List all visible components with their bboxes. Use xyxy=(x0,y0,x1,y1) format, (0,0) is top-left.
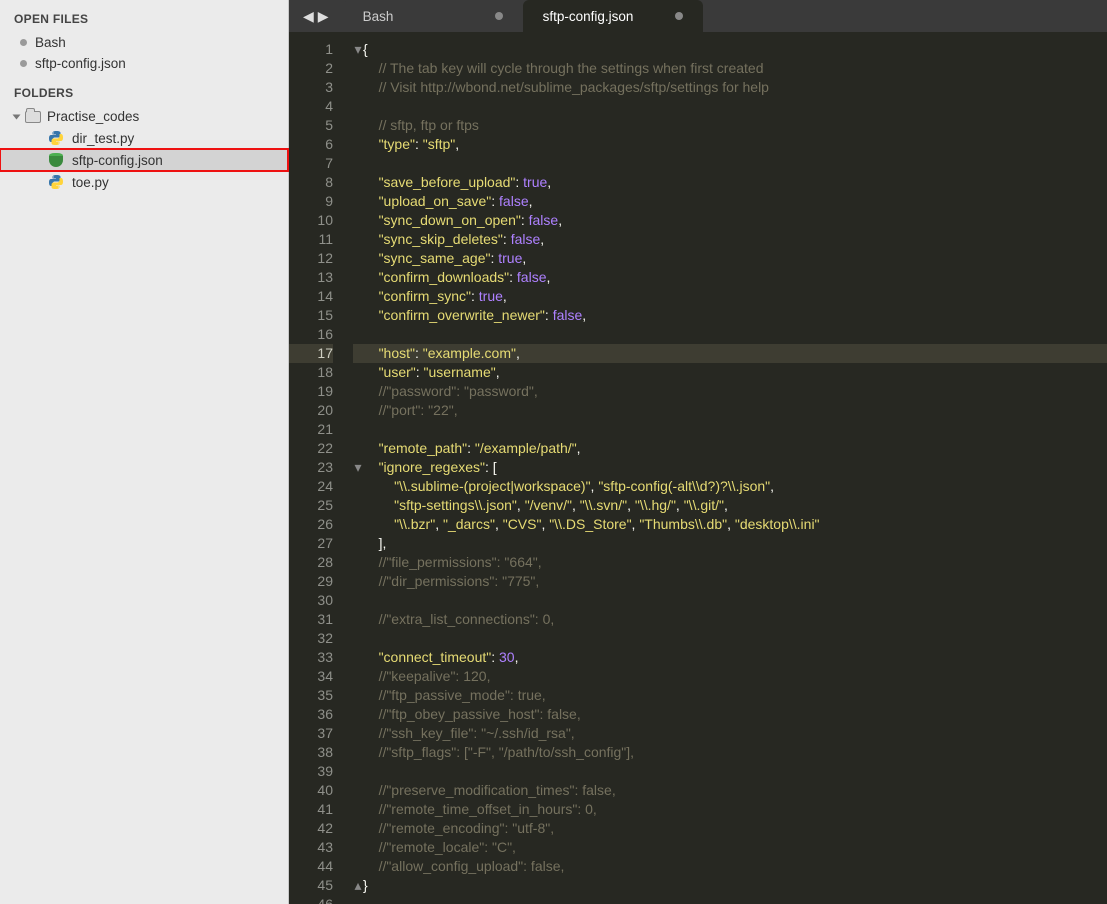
folder-root[interactable]: Practise_codes xyxy=(0,106,288,127)
folders-title: FOLDERS xyxy=(0,74,288,106)
nav-arrows: ◀ ▶ xyxy=(289,0,343,32)
tab-label: Bash xyxy=(363,9,394,24)
open-file-item[interactable]: Bash xyxy=(0,32,288,53)
file-item-sftp-config.json[interactable]: sftp-config.json xyxy=(0,149,288,171)
tab-bar: ◀ ▶ Bash sftp-config.json xyxy=(289,0,1107,32)
fold-icon[interactable]: ▾ xyxy=(353,40,363,59)
open-files-title: OPEN FILES xyxy=(0,0,288,32)
tab-Bash[interactable]: Bash xyxy=(343,0,523,32)
code-area[interactable]: ▾{ // The tab key will cycle through the… xyxy=(345,32,1107,904)
nav-forward-icon[interactable]: ▶ xyxy=(318,8,329,25)
open-files-list: Bash sftp-config.json xyxy=(0,32,288,74)
disclosure-triangle-icon xyxy=(13,114,21,119)
file-item-toe.py[interactable]: toe.py xyxy=(0,171,288,193)
python-icon xyxy=(48,174,64,190)
folder-icon xyxy=(25,111,41,123)
sidebar: OPEN FILES Bashsftp-config.json FOLDERS … xyxy=(0,0,289,904)
open-file-label: sftp-config.json xyxy=(35,56,126,71)
open-file-label: Bash xyxy=(35,35,66,50)
modified-dot-icon xyxy=(20,39,27,46)
file-label: sftp-config.json xyxy=(72,153,163,168)
editor[interactable]: 1234567891011121314151617181920212223242… xyxy=(289,32,1107,904)
tab-label: sftp-config.json xyxy=(543,9,634,24)
database-icon xyxy=(48,152,64,168)
fold-icon[interactable]: ▴ xyxy=(353,876,363,895)
file-label: dir_test.py xyxy=(72,131,134,146)
folder-files: dir_test.py sftp-config.json toe.py xyxy=(0,127,288,193)
open-file-item[interactable]: sftp-config.json xyxy=(0,53,288,74)
modified-dot-icon xyxy=(20,60,27,67)
python-icon xyxy=(48,130,64,146)
folder-label: Practise_codes xyxy=(47,109,139,124)
file-label: toe.py xyxy=(72,175,109,190)
file-item-dir_test.py[interactable]: dir_test.py xyxy=(0,127,288,149)
nav-back-icon[interactable]: ◀ xyxy=(303,8,314,25)
fold-icon[interactable]: ▾ xyxy=(353,458,363,477)
tab-sftp-config.json[interactable]: sftp-config.json xyxy=(523,0,703,32)
modified-dot-icon xyxy=(675,12,683,20)
gutter: 1234567891011121314151617181920212223242… xyxy=(289,32,345,904)
main: ◀ ▶ Bash sftp-config.json 123456789101112… xyxy=(289,0,1107,904)
modified-dot-icon xyxy=(495,12,503,20)
